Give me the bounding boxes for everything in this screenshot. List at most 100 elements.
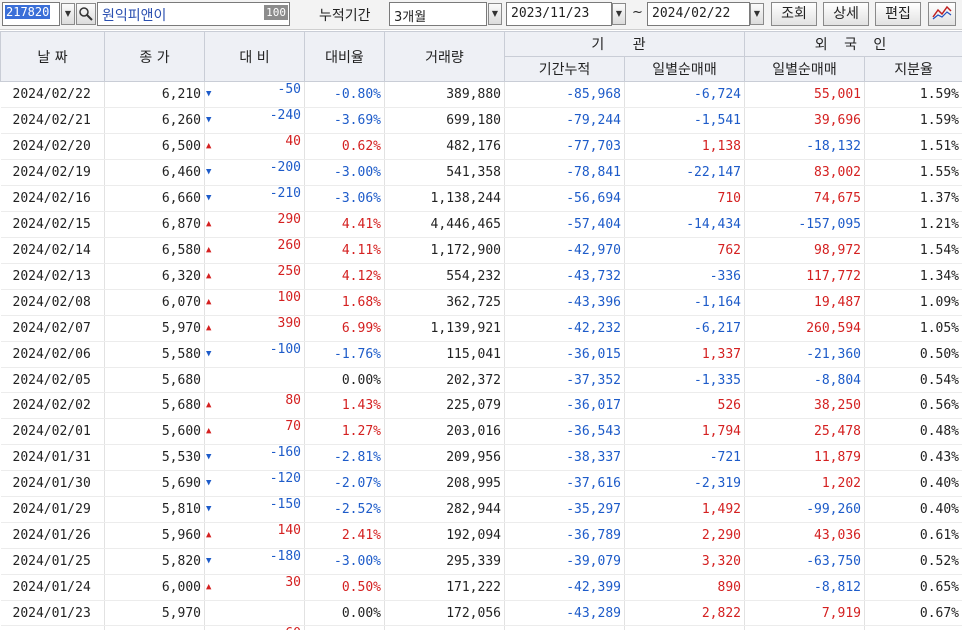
cell-foreign-daily: 74,675	[744, 185, 865, 212]
table-row[interactable]: 2024/01/225,970▲ 601.02%515,720-46,1112,8…	[0, 625, 962, 630]
stock-name-field[interactable]: 원익피앤이 100	[97, 2, 290, 26]
chart-button[interactable]	[928, 2, 956, 26]
up-arrow-icon: ▲	[206, 400, 212, 410]
table-row[interactable]: 2024/02/15 6,870 ▲ 290 4.41% 4,446,465 -57,404…	[0, 211, 962, 238]
table-row[interactable]: 2024/02/14 6,580 ▲ 260 4.11% 1,172,900 -42,970…	[0, 237, 962, 264]
cell-inst-daily: 2,822	[624, 600, 745, 626]
cell-date: 2024/01/29	[0, 496, 105, 523]
column-header-volume[interactable]: 거래량	[384, 31, 505, 82]
up-arrow-icon: ▲	[206, 582, 212, 592]
cell-foreign-daily: 117,772	[744, 263, 865, 290]
cell-change: ▲ 60	[204, 625, 305, 630]
table-row[interactable]: 2024/02/05 5,680 0.00% 202,372 -37,352 -1,335…	[0, 367, 962, 393]
cell-price: 5,970	[104, 625, 205, 630]
detail-button[interactable]: 상세	[823, 2, 869, 26]
cell-date: 2024/02/16	[0, 185, 105, 212]
table-row[interactable]: 2024/02/06 5,580 ▼ -100 -1.76% 115,041 -36,015…	[0, 341, 962, 368]
stock-name-badge: 100	[264, 5, 288, 20]
end-date-dropdown-button[interactable]: ▼	[750, 3, 764, 25]
period-select[interactable]: 3개월	[389, 2, 487, 26]
cell-change-value: -200	[269, 160, 301, 175]
table-row[interactable]: 2024/01/24 6,000 ▲ 30 0.50% 171,222 -42,399 890…	[0, 574, 962, 601]
period-label: 누적기간	[319, 8, 371, 24]
cell-foreign-share: 0.54%	[864, 367, 962, 393]
cell-inst-cumulative: -56,694	[504, 185, 625, 212]
cell-change	[204, 367, 305, 393]
cell-change: ▲ 100	[204, 289, 305, 316]
start-date-input[interactable]: 2023/11/23	[506, 2, 612, 26]
table-row[interactable]: 2024/02/13 6,320 ▲ 250 4.12% 554,232 -43,732 -3…	[0, 263, 962, 290]
column-header-foreign-share[interactable]: 지분율	[863, 56, 962, 82]
cell-price: 6,320	[104, 263, 205, 290]
edit-button[interactable]: 편집	[875, 2, 921, 26]
column-header-rate[interactable]: 대비율	[304, 31, 385, 82]
table-row[interactable]: 2024/02/16 6,660 ▼ -210 -3.06% 1,138,244 -56,6…	[0, 185, 962, 212]
cell-rate: 6.99%	[304, 315, 385, 342]
cell-volume: 171,222	[384, 574, 505, 601]
stock-code-input[interactable]: 217820	[2, 2, 60, 26]
table-row[interactable]: 2024/01/30 5,690 ▼ -120 -2.07% 208,995 -37,616…	[0, 470, 962, 497]
cell-inst-cumulative: -79,244	[504, 107, 625, 134]
cell-volume: 389,880	[384, 81, 505, 108]
cell-change-value: 250	[277, 264, 301, 279]
cell-rate: 0.00%	[304, 600, 385, 626]
column-header-inst-daily[interactable]: 일별순매매	[624, 56, 745, 82]
up-arrow-icon: ▲	[206, 297, 212, 307]
start-date-dropdown-button[interactable]: ▼	[612, 3, 626, 25]
table-row[interactable]: 2024/01/26 5,960 ▲ 140 2.41% 192,094 -36,789 2,…	[0, 522, 962, 549]
down-arrow-icon: ▼	[206, 89, 212, 99]
table-row[interactable]: 2024/02/21 6,260 ▼ -240 -3.69% 699,180 -79,244…	[0, 107, 962, 134]
stock-code-dropdown-button[interactable]: ▼	[61, 3, 75, 25]
table-row[interactable]: 2024/02/02 5,680 ▲ 80 1.43% 225,079 -36,017 526…	[0, 392, 962, 419]
cell-price: 6,500	[104, 133, 205, 160]
table-row[interactable]: 2024/02/07 5,970 ▲ 390 6.99% 1,139,921 -42,232…	[0, 315, 962, 342]
column-header-inst-cumulative[interactable]: 기간누적	[504, 56, 625, 82]
table-row[interactable]: 2024/02/01 5,600 ▲ 70 1.27% 203,016 -36,543 1,7…	[0, 418, 962, 445]
period-dropdown-button[interactable]: ▼	[488, 3, 502, 25]
table-row[interactable]: 2024/01/29 5,810 ▼ -150 -2.52% 282,944 -35,297…	[0, 496, 962, 523]
cell-foreign-daily: 25,478	[744, 418, 865, 445]
cell-inst-daily: -2,319	[624, 470, 745, 497]
table-row[interactable]: 2024/02/20 6,500 ▲ 40 0.62% 482,176 -77,703 1,1…	[0, 133, 962, 160]
cell-foreign-daily: -21,360	[744, 341, 865, 368]
down-arrow-icon: ▼	[206, 504, 212, 514]
table-row[interactable]: 2024/02/19 6,460 ▼ -200 -3.00% 541,358 -78,841…	[0, 159, 962, 186]
end-date-input[interactable]: 2024/02/22	[647, 2, 750, 26]
cell-foreign-share: 0.43%	[864, 444, 962, 471]
cell-inst-daily: -6,217	[624, 315, 745, 342]
cell-date: 2024/01/25	[0, 548, 105, 575]
stock-search-button[interactable]	[76, 3, 96, 25]
cell-foreign-daily: -157,095	[744, 211, 865, 238]
cell-change: ▼ -240	[204, 107, 305, 134]
search-button[interactable]: 조회	[771, 2, 817, 26]
cell-inst-daily: -336	[624, 263, 745, 290]
cell-foreign-share: 1.05%	[864, 315, 962, 342]
cell-foreign-share: 0.67%	[864, 600, 962, 626]
column-header-foreign-daily[interactable]: 일별순매매	[744, 56, 865, 82]
down-arrow-icon: ▼	[206, 478, 212, 488]
cell-inst-cumulative: -42,399	[504, 574, 625, 601]
table-row[interactable]: 2024/01/25 5,820 ▼ -180 -3.00% 295,339 -39,079…	[0, 548, 962, 575]
column-header-change[interactable]: 대 비	[204, 31, 305, 82]
cell-inst-cumulative: -77,703	[504, 133, 625, 160]
cell-inst-cumulative: -38,337	[504, 444, 625, 471]
cell-inst-daily: -6,724	[624, 81, 745, 108]
table-row[interactable]: 2024/02/22 6,210 ▼ -50 -0.80% 389,880 -85,968-…	[0, 81, 962, 108]
column-header-price[interactable]: 종 가	[104, 31, 205, 82]
table-row[interactable]: 2024/01/31 5,530 ▼ -160 -2.81% 209,956 -38,337…	[0, 444, 962, 471]
cell-inst-cumulative: -78,841	[504, 159, 625, 186]
cell-change-value: 60	[285, 626, 301, 630]
cell-inst-daily: 890	[624, 574, 745, 601]
table-row[interactable]: 2024/02/08 6,070 ▲ 100 1.68% 362,725 -43,396 -1…	[0, 289, 962, 316]
cell-change: ▼ -180	[204, 548, 305, 575]
cell-date: 2024/02/08	[0, 289, 105, 316]
column-header-date[interactable]: 날 짜	[0, 31, 105, 82]
up-arrow-icon: ▲	[206, 245, 212, 255]
cell-change: ▼ -160	[204, 444, 305, 471]
cell-date: 2024/02/15	[0, 211, 105, 238]
cell-inst-cumulative: -43,396	[504, 289, 625, 316]
cell-change-value: 140	[277, 523, 301, 538]
cell-price: 5,970	[104, 315, 205, 342]
table-row[interactable]: 2024/01/23 5,970 0.00% 172,056 -43,289 2,822 7…	[0, 600, 962, 626]
cell-price: 5,530	[104, 444, 205, 471]
